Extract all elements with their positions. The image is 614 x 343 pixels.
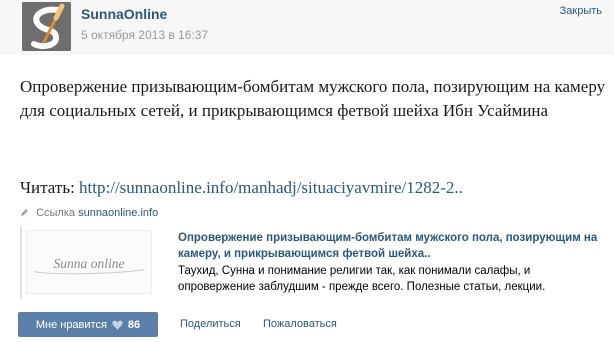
like-count: 86 <box>127 318 141 331</box>
like-button[interactable]: Мне нравится 86 <box>18 312 158 337</box>
close-button[interactable]: Закрыть <box>560 5 602 17</box>
read-line: Читать: http://sunnaonline.info/manhadj/… <box>20 178 463 198</box>
author-name[interactable]: SunnaOnline <box>81 6 167 22</box>
link-source-site[interactable]: sunnaonline.info <box>78 207 158 219</box>
link-source: Ссылка sunnaonline.info <box>20 207 158 219</box>
link-preview-card: Sunna online Опровержение призывающим-бо… <box>20 226 597 299</box>
avatar[interactable] <box>22 2 71 51</box>
report-link[interactable]: Пожаловаться <box>263 318 337 330</box>
like-label: Мне нравится <box>35 318 107 331</box>
read-link[interactable]: http://sunnaonline.info/manhadj/situaciy… <box>79 178 463 197</box>
sunna-online-wordmark-icon: Sunna online <box>27 231 151 293</box>
read-label: Читать: <box>20 178 75 197</box>
sunna-online-quill-logo-icon <box>22 2 71 51</box>
link-source-prefix: Ссылка <box>36 207 76 219</box>
link-icon <box>21 209 28 216</box>
link-preview-title[interactable]: Опровержение призывающим-бомбитам мужско… <box>178 230 598 262</box>
post-header: SunnaOnline 5 октября 2013 в 16:37 Закры… <box>0 0 614 55</box>
link-preview-description: Таухид, Сунна и понимание религии так, к… <box>178 265 546 293</box>
svg-text:Sunna online: Sunna online <box>53 256 124 271</box>
heart-icon <box>112 320 123 329</box>
share-link[interactable]: Поделиться <box>180 318 241 330</box>
post-date[interactable]: 5 октября 2013 в 16:37 <box>81 28 208 42</box>
link-thumbnail[interactable]: Sunna online <box>26 230 152 294</box>
post-text: Опровержение призывающим-бомбитам мужско… <box>20 77 606 120</box>
